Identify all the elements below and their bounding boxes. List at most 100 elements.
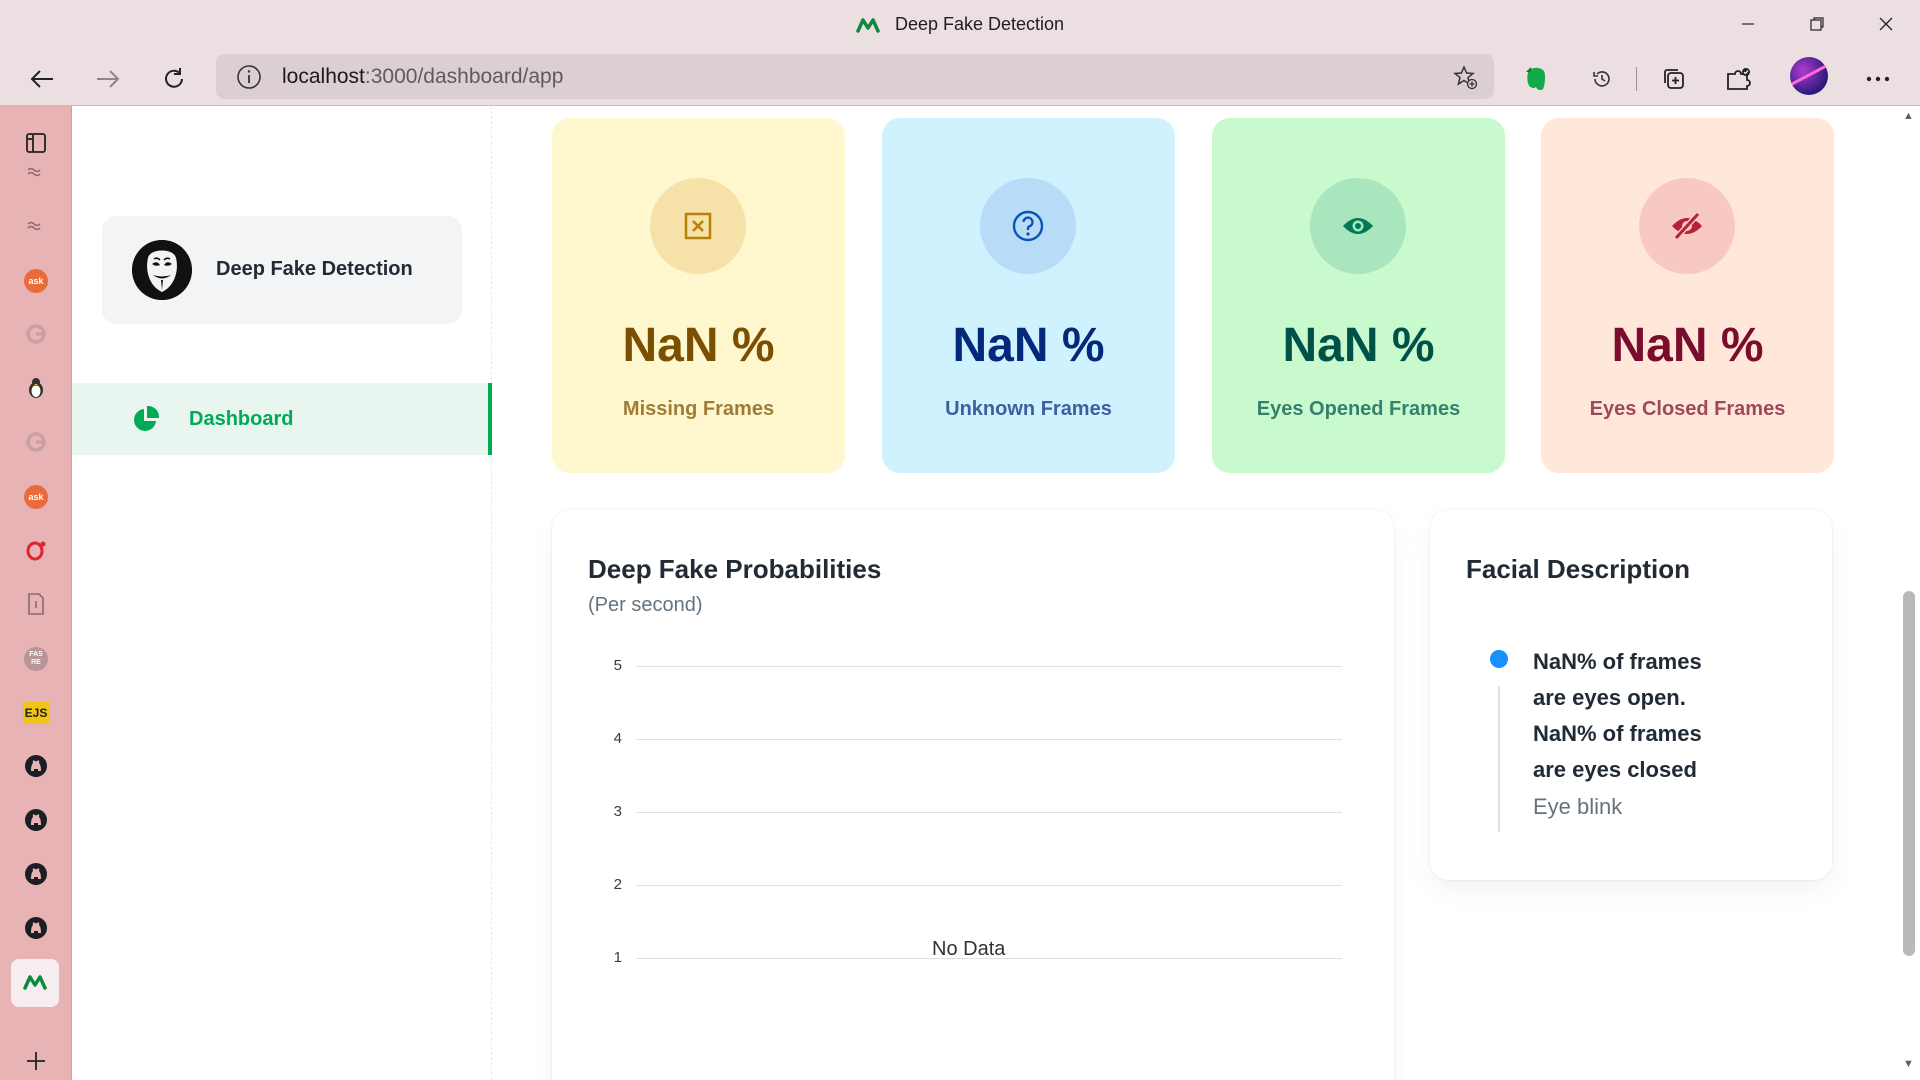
sidebar-item-label: Dashboard	[189, 408, 294, 430]
linux-penguin-icon	[27, 377, 45, 402]
sidebar-item-dashboard[interactable]: Dashboard	[72, 383, 492, 455]
tab-panel-icon	[26, 133, 46, 153]
close-icon	[1879, 17, 1893, 31]
restore-button[interactable]	[1797, 8, 1837, 40]
card-label: Unknown Frames	[945, 398, 1112, 420]
history-button[interactable]	[1584, 61, 1620, 97]
vertical-tab-generic-link[interactable]	[17, 154, 55, 192]
avatar	[132, 240, 192, 300]
stat-card-missing-frames: NaN % Missing Frames	[552, 118, 845, 473]
ejs-icon: EJS	[23, 702, 49, 724]
address-bar[interactable]: localhost:3000/dashboard/app	[216, 54, 1494, 99]
close-button[interactable]	[1866, 8, 1906, 40]
profile-avatar[interactable]	[1790, 57, 1828, 95]
card-value: NaN %	[622, 319, 775, 372]
scroll-up-icon[interactable]: ▲	[1903, 110, 1914, 122]
document-icon	[27, 592, 45, 618]
card-icon-wrap	[1310, 178, 1406, 274]
extensions-icon	[1727, 68, 1751, 90]
scroll-down-icon[interactable]: ▼	[1903, 1058, 1914, 1070]
window-title: Deep Fake Detection	[0, 14, 1920, 35]
timeline-subtitle: Eye blink	[1533, 794, 1623, 819]
vertical-tab-generic-link[interactable]	[17, 208, 55, 246]
y-tick-label: 2	[613, 876, 622, 893]
probabilities-panel: Deep Fake Probabilities (Per second) 5 4 3…	[552, 510, 1394, 1080]
ask-icon: ask	[24, 485, 48, 509]
vertical-tab-opera[interactable]	[17, 532, 55, 570]
vertical-tab-ejs[interactable]: EJS	[17, 694, 55, 732]
vertical-tab-github[interactable]	[17, 802, 55, 840]
evernote-icon	[1526, 67, 1546, 91]
vertical-tab-document[interactable]	[17, 586, 55, 624]
anonymous-mask-icon	[132, 240, 192, 300]
vertical-tab-github[interactable]	[17, 856, 55, 894]
no-data-label: No Data	[932, 938, 1006, 960]
history-icon	[1593, 71, 1610, 87]
gridline	[636, 885, 1342, 886]
refresh-button[interactable]	[156, 61, 192, 97]
back-button[interactable]	[24, 61, 60, 97]
eye-off-icon	[1672, 211, 1702, 241]
minimize-button[interactable]	[1728, 8, 1768, 40]
collections-icon	[1664, 69, 1684, 89]
question-circle-icon	[1012, 210, 1044, 242]
app-logo-icon	[22, 974, 48, 993]
vertical-tab-google[interactable]	[17, 424, 55, 462]
ask-icon: ask	[24, 269, 48, 293]
facial-description-panel: Facial Description NaN% of frames are ey…	[1430, 510, 1832, 880]
y-tick-label: 1	[613, 949, 622, 966]
more-dots-icon	[1866, 76, 1890, 82]
vertical-tab-linux-penguin[interactable]	[17, 370, 55, 408]
extensions-button[interactable]	[1721, 61, 1757, 97]
y-tick-label: 3	[613, 803, 622, 820]
stat-card-eyes-opened-frames: NaN % Eyes Opened Frames	[1212, 118, 1505, 473]
page-scrollbar[interactable]: ▲ ▼	[1898, 106, 1920, 1080]
forward-button[interactable]	[90, 61, 126, 97]
gridline	[636, 739, 1342, 740]
app-viewport: Deep Fake Detection Dashboard NaN % Miss…	[72, 106, 1898, 1080]
vertical-tab-ask[interactable]: ask	[17, 262, 55, 300]
vertical-tab-ask[interactable]: ask	[17, 478, 55, 516]
vertical-tab-strip: ask ask FAS RE EJS	[0, 106, 72, 1080]
github-icon	[24, 808, 48, 835]
fasre-icon: FAS RE	[24, 647, 48, 671]
arrow-right-icon	[97, 70, 120, 88]
y-tick-label: 5	[613, 657, 622, 674]
account-name: Deep Fake Detection	[216, 258, 413, 280]
vertical-tab-app-logo[interactable]	[11, 959, 59, 1007]
card-icon-wrap	[980, 178, 1076, 274]
vertical-tab-fasre[interactable]: FAS RE	[17, 640, 55, 678]
timeline-dot	[1490, 650, 1508, 668]
timeline-text: NaN% of frames are eyes open. NaN% of fr…	[1533, 649, 1702, 782]
github-icon	[24, 916, 48, 943]
plus-icon	[27, 1052, 45, 1070]
account-card[interactable]: Deep Fake Detection	[102, 216, 462, 324]
restore-icon	[1810, 17, 1824, 31]
arrow-left-icon	[30, 70, 53, 88]
card-label: Missing Frames	[622, 398, 775, 420]
title-bar: Deep Fake Detection	[0, 0, 1920, 51]
google-icon	[25, 431, 47, 456]
generic-link-icon	[26, 166, 46, 181]
collections-button[interactable]	[1656, 61, 1692, 97]
vertical-tab-github[interactable]	[17, 748, 55, 786]
card-label: Eyes Opened Frames	[1256, 398, 1461, 420]
y-tick-label: 4	[613, 730, 622, 747]
panel-title: Facial Description	[1466, 554, 1690, 584]
stat-card-unknown-frames: NaN % Unknown Frames	[882, 118, 1175, 473]
evernote-extension-button[interactable]	[1518, 61, 1554, 97]
more-menu-button[interactable]	[1860, 61, 1896, 97]
vertical-tab-google[interactable]	[17, 316, 55, 354]
info-icon[interactable]	[236, 64, 262, 90]
new-tab-button[interactable]	[17, 1042, 55, 1080]
add-favorite-icon[interactable]	[1452, 64, 1478, 90]
vertical-tab-github[interactable]	[17, 910, 55, 948]
pie-chart-icon	[134, 405, 160, 431]
panel-subtitle: (Per second)	[588, 594, 703, 616]
eye-icon	[1343, 218, 1373, 234]
url-text[interactable]: localhost:3000/dashboard/app	[282, 65, 563, 89]
card-value: NaN %	[952, 319, 1105, 372]
card-icon-wrap	[1639, 178, 1735, 274]
scrollbar-thumb[interactable]	[1903, 591, 1915, 956]
gridline	[636, 812, 1342, 813]
